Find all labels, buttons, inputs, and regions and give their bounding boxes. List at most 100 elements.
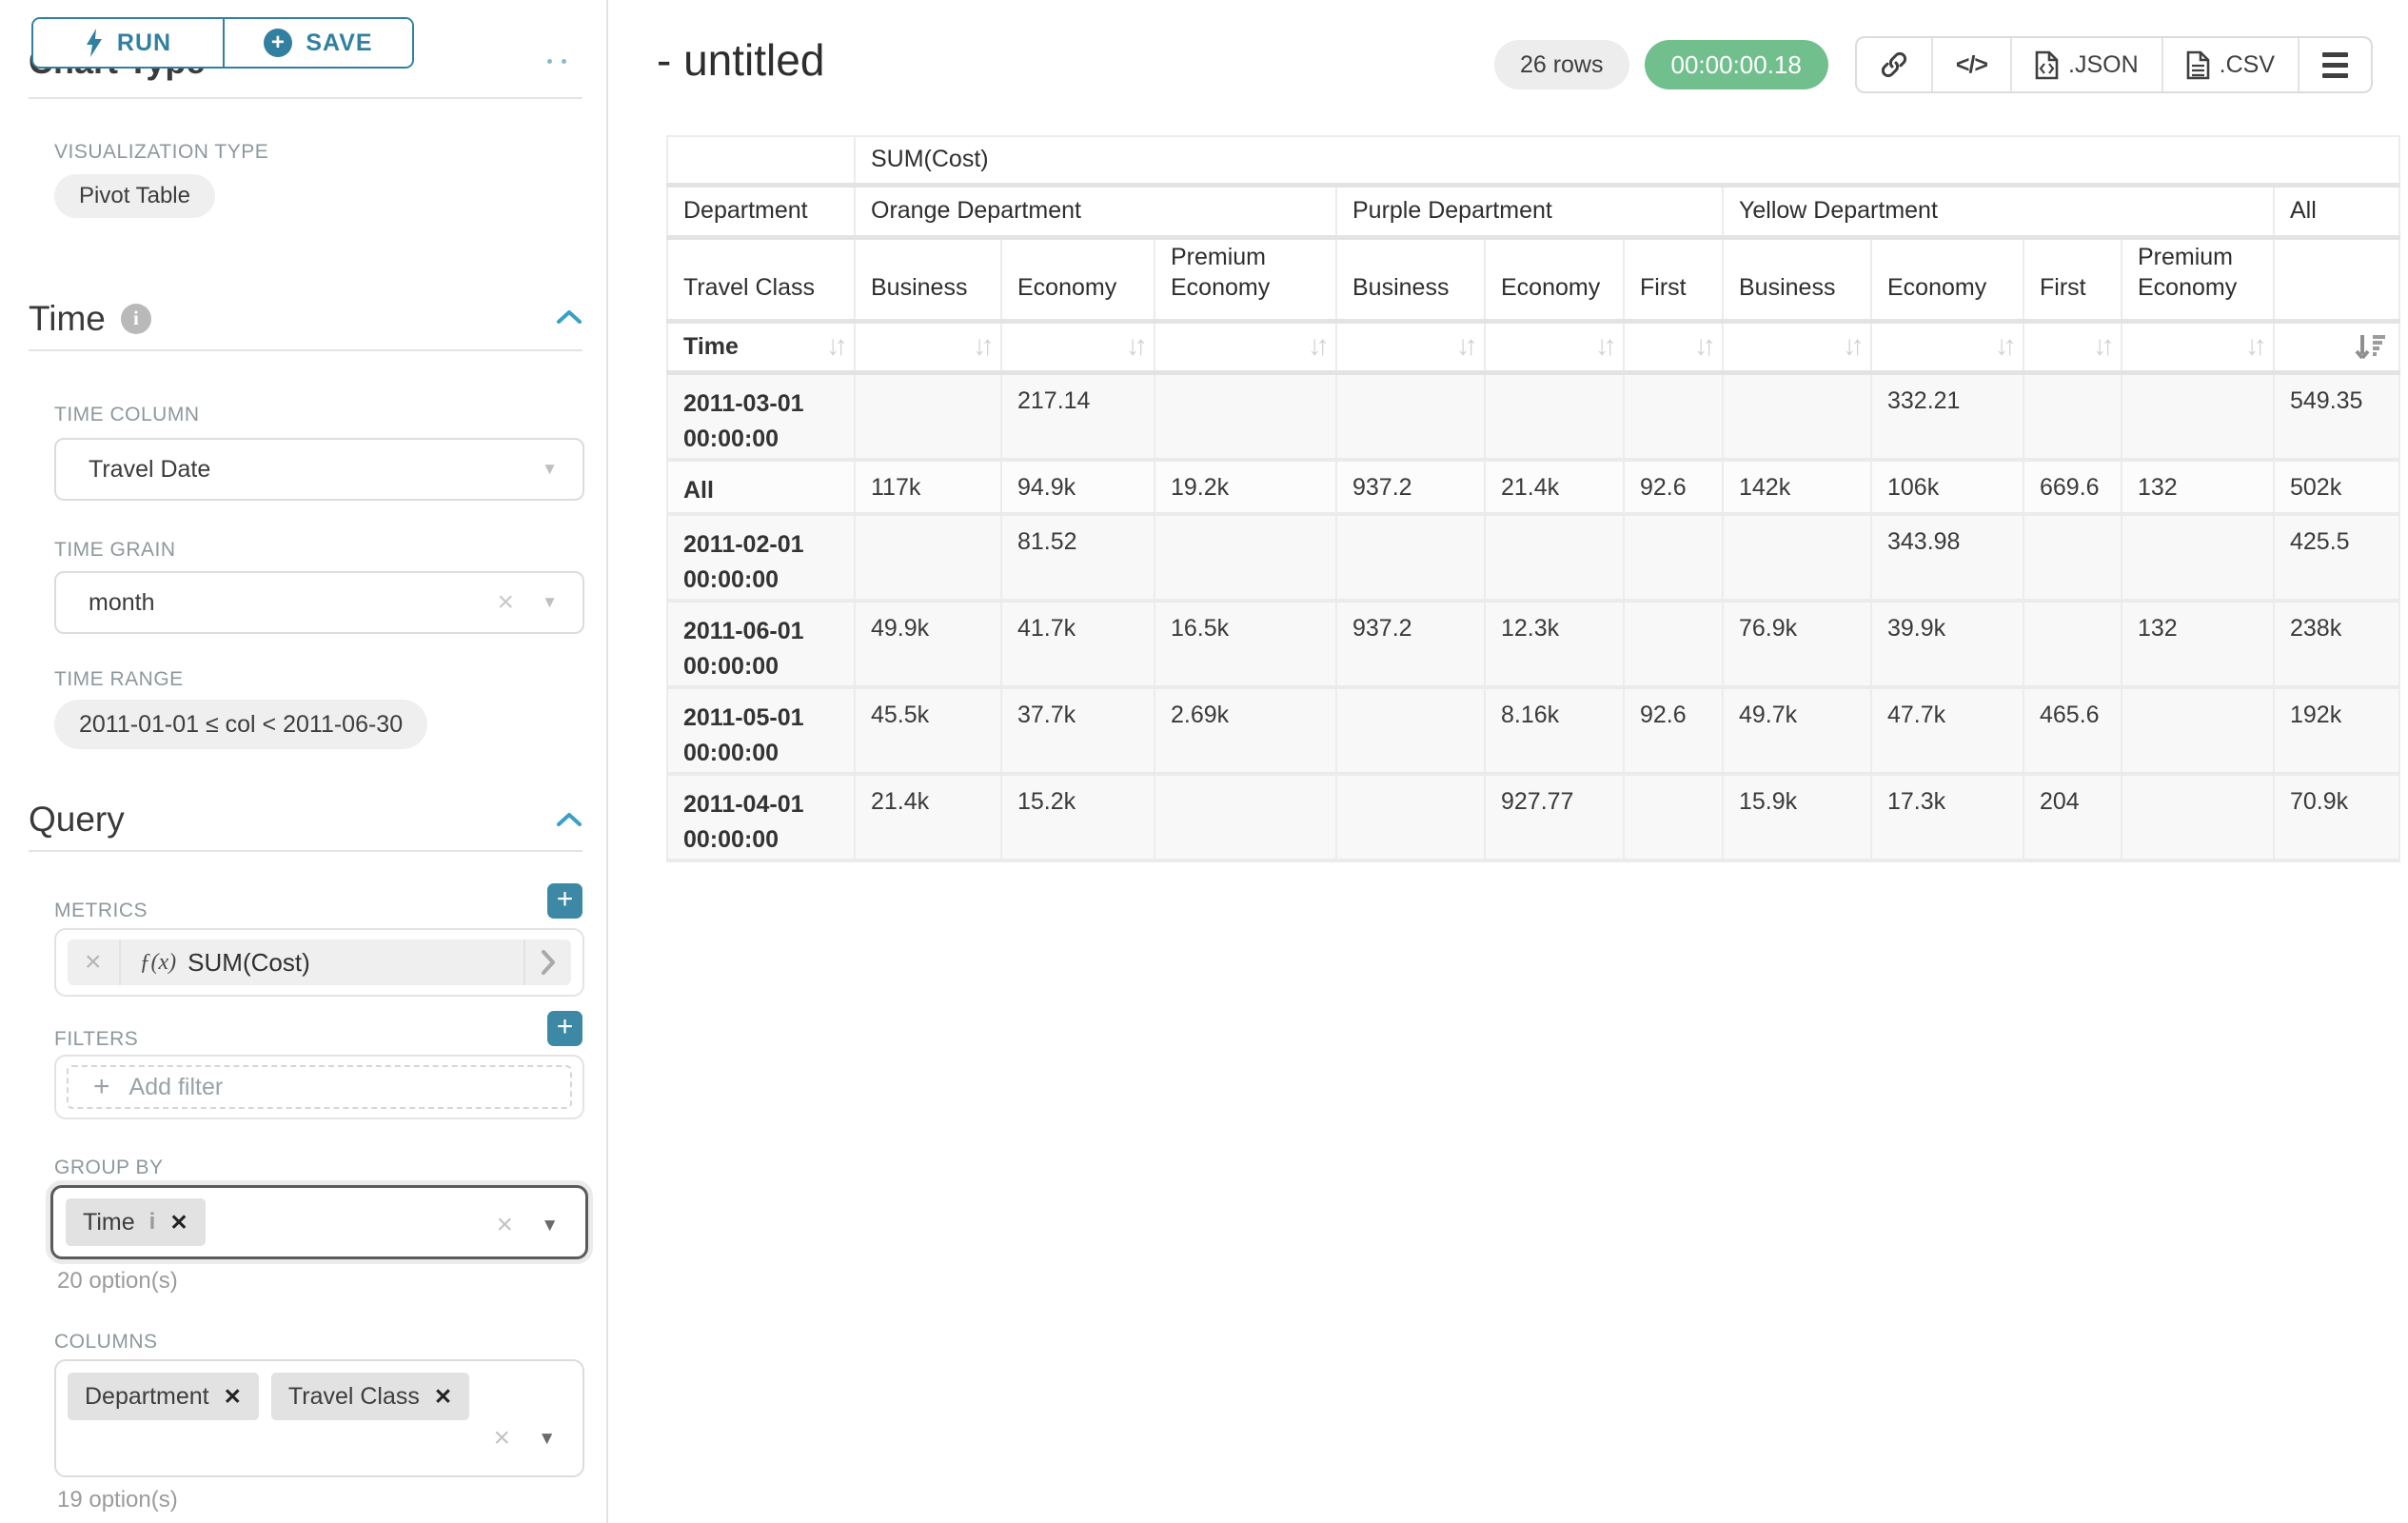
selected-chip[interactable]: Travel Class✕: [271, 1373, 469, 1420]
pivot-value-cell: 39.9k: [1871, 601, 2023, 687]
view-query-button[interactable]: </>: [1931, 38, 2010, 91]
remove-metric-icon[interactable]: ×: [68, 946, 119, 979]
export-json-button[interactable]: .JSON: [2010, 38, 2161, 91]
panel-drag-handle-icon[interactable]: [547, 59, 566, 64]
pivot-time-label: Time: [683, 333, 739, 360]
pivot-value-cell: [2122, 514, 2274, 601]
pivot-sort-cell[interactable]: ↓↑: [855, 321, 1001, 372]
time-section-title: Time: [29, 299, 106, 338]
pivot-value-cell: [2122, 372, 2274, 460]
time-range-pill[interactable]: 2011-01-01 ≤ col < 2011-06-30: [54, 700, 427, 749]
json-button-label: .JSON: [2068, 51, 2139, 79]
sort-updown-icon[interactable]: ↓↑: [1595, 331, 1611, 363]
pivot-sort-cell[interactable]: ↓↑: [2122, 321, 2274, 372]
chevron-right-icon[interactable]: [523, 940, 571, 985]
pivot-value-cell: 21.4k: [1485, 460, 1624, 514]
remove-chip-icon[interactable]: ✕: [434, 1384, 452, 1410]
pivot-value-cell: 76.9k: [1723, 601, 1871, 687]
pivot-value-cell: 92.6: [1624, 687, 1723, 774]
pivot-row-header: 2011-05-01 00:00:00: [667, 687, 855, 774]
pivot-data-row: 2011-03-01 00:00:00217.14332.21549.35: [667, 372, 2399, 460]
chart-menu-button[interactable]: [2298, 38, 2371, 91]
chevron-up-icon[interactable]: [555, 308, 583, 326]
group-by-label: GROUP BY: [54, 1157, 163, 1179]
pivot-sort-cell[interactable]: ↓↑: [1336, 321, 1485, 372]
pivot-value-cell: [1723, 372, 1871, 460]
time-grain-label: TIME GRAIN: [54, 539, 176, 562]
add-metric-button[interactable]: +: [547, 883, 582, 919]
pivot-sort-cell[interactable]: ↓↑: [1871, 321, 2023, 372]
chart-title[interactable]: - untitled: [657, 34, 824, 86]
clear-icon[interactable]: ×: [497, 586, 514, 619]
pivot-value-cell: 669.6: [2023, 460, 2122, 514]
time-grain-select[interactable]: month × ▼: [54, 571, 584, 634]
pivot-value-cell: 937.2: [1336, 460, 1485, 514]
time-column-select[interactable]: Travel Date ▼: [54, 438, 584, 501]
share-link-button[interactable]: [1857, 38, 1931, 91]
chevron-up-icon[interactable]: [555, 811, 583, 828]
pivot-sort-cell[interactable]: ↓↑: [1001, 321, 1155, 372]
divider: [29, 850, 582, 852]
pivot-subcolumn-header: Premium Economy: [2122, 237, 2274, 321]
remove-chip-icon[interactable]: ✕: [224, 1384, 242, 1410]
selected-chip[interactable]: Timei✕: [66, 1198, 206, 1246]
metrics-label: METRICS: [54, 900, 148, 922]
pivot-sort-cell[interactable]: ↓↑: [1723, 321, 1871, 372]
add-filter-button[interactable]: + Add filter: [67, 1065, 572, 1109]
sort-updown-icon[interactable]: ↓↑: [1694, 331, 1710, 363]
sort-updown-icon[interactable]: ↓↑: [826, 331, 842, 363]
group-by-select[interactable]: Timei✕ × ▼: [50, 1185, 588, 1259]
columns-options-count: 19 option(s): [57, 1487, 178, 1513]
filters-control: + Add filter: [54, 1055, 584, 1119]
caret-down-icon: ▼: [538, 1430, 556, 1448]
pivot-sort-cell[interactable]: ↓↑: [2023, 321, 2122, 372]
pivot-subcolumn-header: First: [1624, 237, 1723, 321]
sort-updown-icon[interactable]: ↓↑: [2245, 331, 2261, 363]
control-panel-sidebar: Chart Type RUN + SAVE VISUALIZATION TYPE…: [0, 0, 608, 1523]
pivot-subcolumn-header: Economy: [1871, 237, 2023, 321]
pivot-sort-cell[interactable]: ↓↑: [1624, 321, 1723, 372]
pivot-value-cell: 117k: [855, 460, 1001, 514]
save-button[interactable]: + SAVE: [223, 19, 412, 67]
pivot-subcolumn-header: First: [2023, 237, 2122, 321]
sort-updown-icon[interactable]: ↓↑: [2093, 331, 2109, 363]
selected-chip[interactable]: Department✕: [68, 1373, 259, 1420]
sort-updown-icon[interactable]: ↓↑: [1843, 331, 1859, 363]
pivot-value-cell: 2.69k: [1155, 687, 1336, 774]
pivot-value-cell: 132: [2122, 601, 2274, 687]
group-by-options-count: 20 option(s): [57, 1268, 178, 1295]
clear-icon[interactable]: ×: [493, 1424, 510, 1453]
pivot-value-cell: 465.6: [2023, 687, 2122, 774]
export-csv-button[interactable]: .CSV: [2161, 38, 2298, 91]
pivot-value-cell: 502k: [2274, 460, 2399, 514]
sort-updown-icon[interactable]: ↓↑: [973, 331, 989, 363]
sort-descending-icon[interactable]: [2355, 333, 2387, 360]
pivot-value-cell: 937.2: [1336, 601, 1485, 687]
pivot-value-cell: 549.35: [2274, 372, 2399, 460]
plus-circle-icon: +: [264, 29, 292, 57]
columns-select[interactable]: Department✕ Travel Class✕ × ▼: [54, 1359, 584, 1477]
pivot-row-header: 2011-02-01 00:00:00: [667, 514, 855, 601]
add-filter-plus-button[interactable]: +: [547, 1011, 582, 1046]
link-icon: [1880, 50, 1908, 79]
sort-updown-icon[interactable]: ↓↑: [1456, 331, 1472, 363]
info-icon[interactable]: i: [121, 304, 151, 334]
sort-updown-icon[interactable]: ↓↑: [1308, 331, 1324, 363]
run-button[interactable]: RUN: [33, 19, 223, 67]
pivot-time-sort-cell[interactable]: Time ↓↑: [667, 321, 855, 372]
remove-chip-icon[interactable]: ✕: [169, 1210, 188, 1236]
run-save-button-group: RUN + SAVE: [31, 17, 414, 69]
pivot-sort-cell[interactable]: ↓↑: [1155, 321, 1336, 372]
info-icon[interactable]: i: [149, 1209, 156, 1236]
pivot-sort-cell[interactable]: [2274, 321, 2399, 372]
clear-icon[interactable]: ×: [496, 1211, 513, 1239]
pivot-table-container: SUM(Cost)DepartmentOrange DepartmentPurp…: [666, 135, 2400, 862]
sort-updown-icon[interactable]: ↓↑: [1995, 331, 2011, 363]
viz-type-pill[interactable]: Pivot Table: [54, 174, 215, 218]
pivot-value-cell: [1624, 774, 1723, 860]
pivot-value-cell: 45.5k: [855, 687, 1001, 774]
pivot-sort-cell[interactable]: ↓↑: [1485, 321, 1624, 372]
caret-down-icon: ▼: [542, 460, 558, 479]
metric-pill[interactable]: × ƒ(x) SUM(Cost): [68, 940, 571, 985]
sort-updown-icon[interactable]: ↓↑: [1126, 331, 1142, 363]
